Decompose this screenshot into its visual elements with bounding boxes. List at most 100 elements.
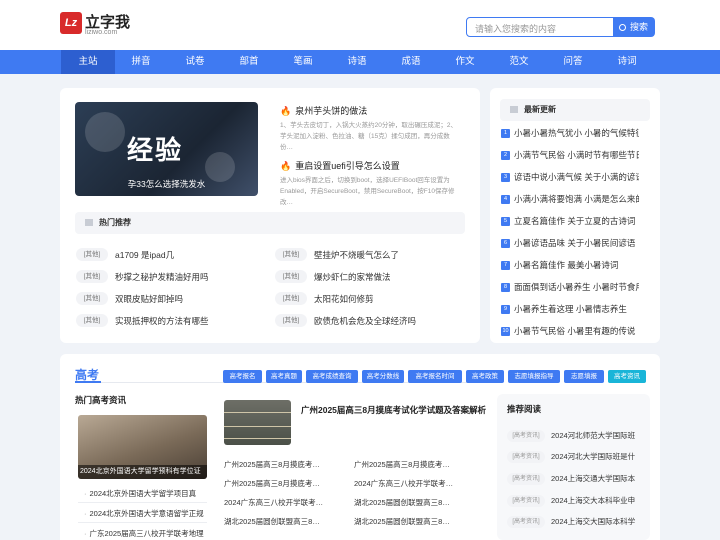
gaokao-chip[interactable]: 高考报名: [223, 370, 262, 383]
list-item-text: 广东2025届高三八校开学联考地理: [89, 529, 204, 538]
list-item[interactable]: · 2024北京外国语大学意语留学正规: [84, 508, 209, 519]
hot-recommend-heading-text: 热门推荐: [99, 218, 131, 227]
bullet: ·: [84, 529, 87, 538]
list-item[interactable]: 谚语中说小满气候 关于小满的谚语: [514, 171, 639, 183]
rank-badge: 7: [501, 261, 510, 270]
rank-badge: 6: [501, 239, 510, 248]
rank-badge: 10: [501, 327, 510, 336]
logo-mark-icon: Lz: [60, 12, 82, 34]
list-item[interactable]: 湖北2025届圆创联盟高三8…: [354, 516, 472, 527]
nav-item-qa[interactable]: 问答: [546, 50, 600, 74]
list-item[interactable]: 2024上海交大国际本科学: [551, 516, 641, 527]
gaokao-chip-active[interactable]: 高考资讯: [608, 370, 646, 383]
featured-article-title[interactable]: 🔥 泉州芋头饼的做法: [280, 104, 367, 117]
nav-item-pinyin[interactable]: 拼音: [114, 50, 168, 74]
nav-item-poetry[interactable]: 诗词: [600, 50, 654, 74]
nav-item-words[interactable]: 诗语: [330, 50, 384, 74]
nav-item-stroke[interactable]: 笔画: [276, 50, 330, 74]
nav-item-template[interactable]: 范文: [492, 50, 546, 74]
list-item[interactable]: 小暑小暑热气犹小 小暑的气候特征: [514, 127, 639, 139]
list-item[interactable]: 双眼皮贴好卸掉吗: [115, 293, 183, 305]
logo-domain: liziwo.com: [85, 29, 118, 36]
hot-gaokao-image[interactable]: 2024北京外国语大学留学预科有学位证: [78, 415, 207, 479]
list-item[interactable]: 壁挂炉不烧暖气怎么了: [314, 249, 399, 261]
search-button[interactable]: 搜索: [614, 17, 655, 37]
gaokao-chip[interactable]: 高考成绩查询: [306, 370, 358, 383]
list-item[interactable]: 秒撑之秘护发精油好用吗: [115, 271, 209, 283]
list-item[interactable]: 小暑名篇佳作 最美小暑诗词: [514, 259, 639, 271]
category-tag: [其他]: [76, 248, 108, 261]
list-item[interactable]: · 2024北京外国语大学留学项目真: [84, 488, 209, 499]
featured-banner[interactable]: 经验 孕33怎么选择洗发水: [75, 102, 258, 196]
fire-icon: 🔥: [280, 106, 292, 116]
image-detail: [224, 412, 291, 413]
category-tag: [高考资讯]: [507, 473, 545, 485]
banner-light: [85, 112, 125, 152]
list-item[interactable]: 2024上海交大本科毕业申: [551, 495, 641, 506]
category-tag: [其他]: [76, 314, 108, 327]
list-item[interactable]: 欧债危机会危及全球经济吗: [314, 315, 416, 327]
headline-title[interactable]: 广州2025届高三8月摸底考试化学试题及答案解析: [301, 404, 486, 416]
headline-image[interactable]: [224, 400, 291, 445]
gaokao-chip[interactable]: 高考分数线: [362, 370, 404, 383]
list-item[interactable]: a1709 是ipad几: [115, 249, 174, 261]
nav-item-exam[interactable]: 试卷: [168, 50, 222, 74]
hot-gaokao-image-caption: 2024北京外国语大学留学预科有学位证: [78, 465, 207, 479]
divider: [78, 522, 207, 523]
list-item[interactable]: 爆炒虾仁的家常做法: [314, 271, 391, 283]
rank-badge: 5: [501, 217, 510, 226]
list-item[interactable]: 湖北2025届圆创联盟高三8…: [354, 497, 472, 508]
featured-article-title-text: 泉州芋头饼的做法: [295, 106, 368, 116]
nav-item-idiom[interactable]: 成语: [384, 50, 438, 74]
list-item[interactable]: 2024广东高三八校开学联考…: [354, 478, 472, 489]
list-item[interactable]: 2024河北师范大学国际班: [551, 430, 641, 441]
category-tag: [高考资讯]: [507, 430, 545, 442]
nav-item-home[interactable]: 主站: [61, 50, 115, 74]
list-item[interactable]: · 广东2025届高三八校开学联考地理: [84, 528, 209, 539]
rank-badge: 1: [501, 129, 510, 138]
search-icon: [619, 24, 626, 31]
featured-article-desc: 1、芋头去皮切丁，入锅大火蒸约20分钟，取出碾压成泥；2、芋头泥加入淀粉、色拉油…: [280, 122, 457, 151]
nav-item-essay[interactable]: 作文: [438, 50, 492, 74]
list-item[interactable]: 小暑养生着这理 小暑情志养生: [514, 303, 639, 315]
list-item[interactable]: 广州2025届高三8月摸底考…: [224, 459, 342, 470]
list-item[interactable]: 立夏名篇佳作 关于立夏的古诗词: [514, 215, 639, 227]
list-item[interactable]: 实现抵押权的方法有哪些: [115, 315, 209, 327]
rank-badge: 2: [501, 151, 510, 160]
list-item[interactable]: 小满节气民俗 小满时节有哪些节日…: [514, 149, 639, 161]
list-item[interactable]: 小满小满将要饱满 小满是怎么来的: [514, 193, 639, 205]
gaokao-chip[interactable]: 高考真题: [266, 370, 302, 383]
category-tag: [高考资讯]: [507, 495, 545, 507]
site-logo[interactable]: Lz 立字我 liziwo.com: [60, 9, 130, 39]
gaokao-chip[interactable]: 高考报名时间: [408, 370, 462, 383]
list-item[interactable]: 小暑谚语品味 关于小暑民间谚语: [514, 237, 639, 249]
list-item[interactable]: 面面俱到话小暑养生 小暑时节食用…: [514, 281, 639, 293]
recommend-heading: 推荐阅读: [507, 404, 542, 414]
site-header: Lz 立字我 liziwo.com 请输入您搜索的内容 搜索: [0, 0, 720, 50]
list-item[interactable]: 小暑节气民俗 小暑里有趣的传说: [514, 325, 639, 337]
featured-article-title-text: 重启设置uefi引导怎么设置: [295, 161, 400, 171]
nav-item-radical[interactable]: 部首: [222, 50, 276, 74]
main-nav: 主站 拼音 试卷 部首 笔画 诗语 成语 作文 范文 问答 诗词: [0, 50, 720, 74]
banner-caption: 孕33怎么选择洗发水: [127, 179, 206, 189]
category-tag: [其他]: [275, 248, 307, 261]
hot-gaokao-heading: 热门高考资讯: [75, 395, 127, 405]
search-input[interactable]: 请输入您搜索的内容: [466, 17, 614, 37]
list-item[interactable]: 广州2025届高三8月摸底考…: [354, 459, 472, 470]
gaokao-chip[interactable]: 高考政策: [466, 370, 504, 383]
gaokao-chip[interactable]: 志愿填报: [564, 370, 604, 383]
list-item[interactable]: 2024河北大学国际班是什: [551, 451, 641, 462]
image-detail: [224, 438, 291, 439]
category-tag: [高考资讯]: [507, 451, 545, 463]
list-item[interactable]: 广州2025届高三8月摸底考…: [224, 478, 342, 489]
list-item[interactable]: 湖北2025届圆创联盟高三8…: [224, 516, 342, 527]
divider: [78, 502, 207, 503]
list-item[interactable]: 太阳花如何修剪: [314, 293, 374, 305]
latest-heading: 最新更新: [500, 99, 650, 121]
list-item[interactable]: 2024广东高三八校开学联考…: [224, 497, 342, 508]
category-tag: [其他]: [275, 292, 307, 305]
list-item[interactable]: 2024上海交通大学国际本: [551, 473, 641, 484]
list-item-text: 2024北京外国语大学意语留学正规: [89, 509, 204, 518]
featured-article-title[interactable]: 🔥 重启设置uefi引导怎么设置: [280, 159, 400, 172]
gaokao-chip[interactable]: 志愿填报指导: [508, 370, 560, 383]
